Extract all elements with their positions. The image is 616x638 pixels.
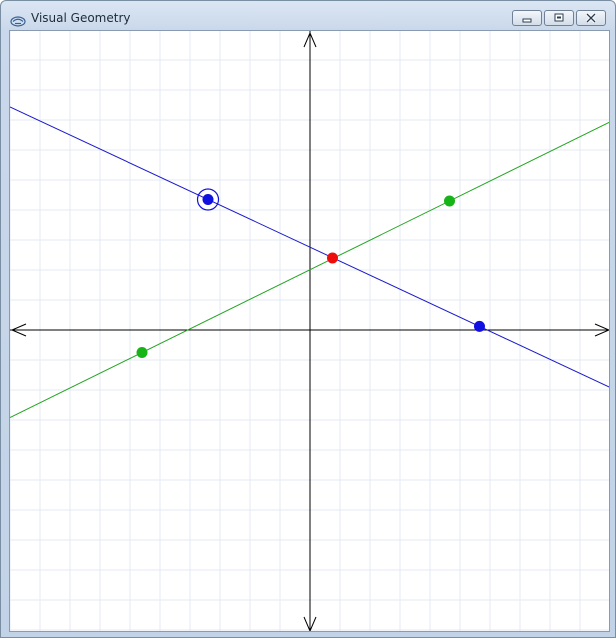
- app-window: Visual Geometry: [0, 0, 616, 638]
- green-control-point[interactable]: [136, 347, 148, 358]
- geometry-app-icon[interactable]: [10, 12, 26, 27]
- window-title: Visual Geometry: [31, 11, 131, 25]
- minimize-icon: [522, 18, 532, 23]
- caption-buttons: [510, 10, 606, 28]
- maximize-button[interactable]: [544, 10, 574, 26]
- close-button[interactable]: [576, 10, 606, 26]
- close-icon: [585, 13, 597, 23]
- blue-control-point[interactable]: [202, 194, 214, 205]
- intersection-point: [327, 252, 338, 264]
- minimize-button[interactable]: [512, 10, 542, 26]
- plot-surface[interactable]: [10, 31, 610, 632]
- geometry-canvas[interactable]: [9, 30, 610, 632]
- blue-control-point[interactable]: [474, 320, 485, 332]
- maximize-icon: [554, 13, 564, 22]
- green-control-point[interactable]: [444, 195, 455, 207]
- title-bar[interactable]: Visual Geometry: [1, 1, 615, 31]
- points: [136, 188, 485, 358]
